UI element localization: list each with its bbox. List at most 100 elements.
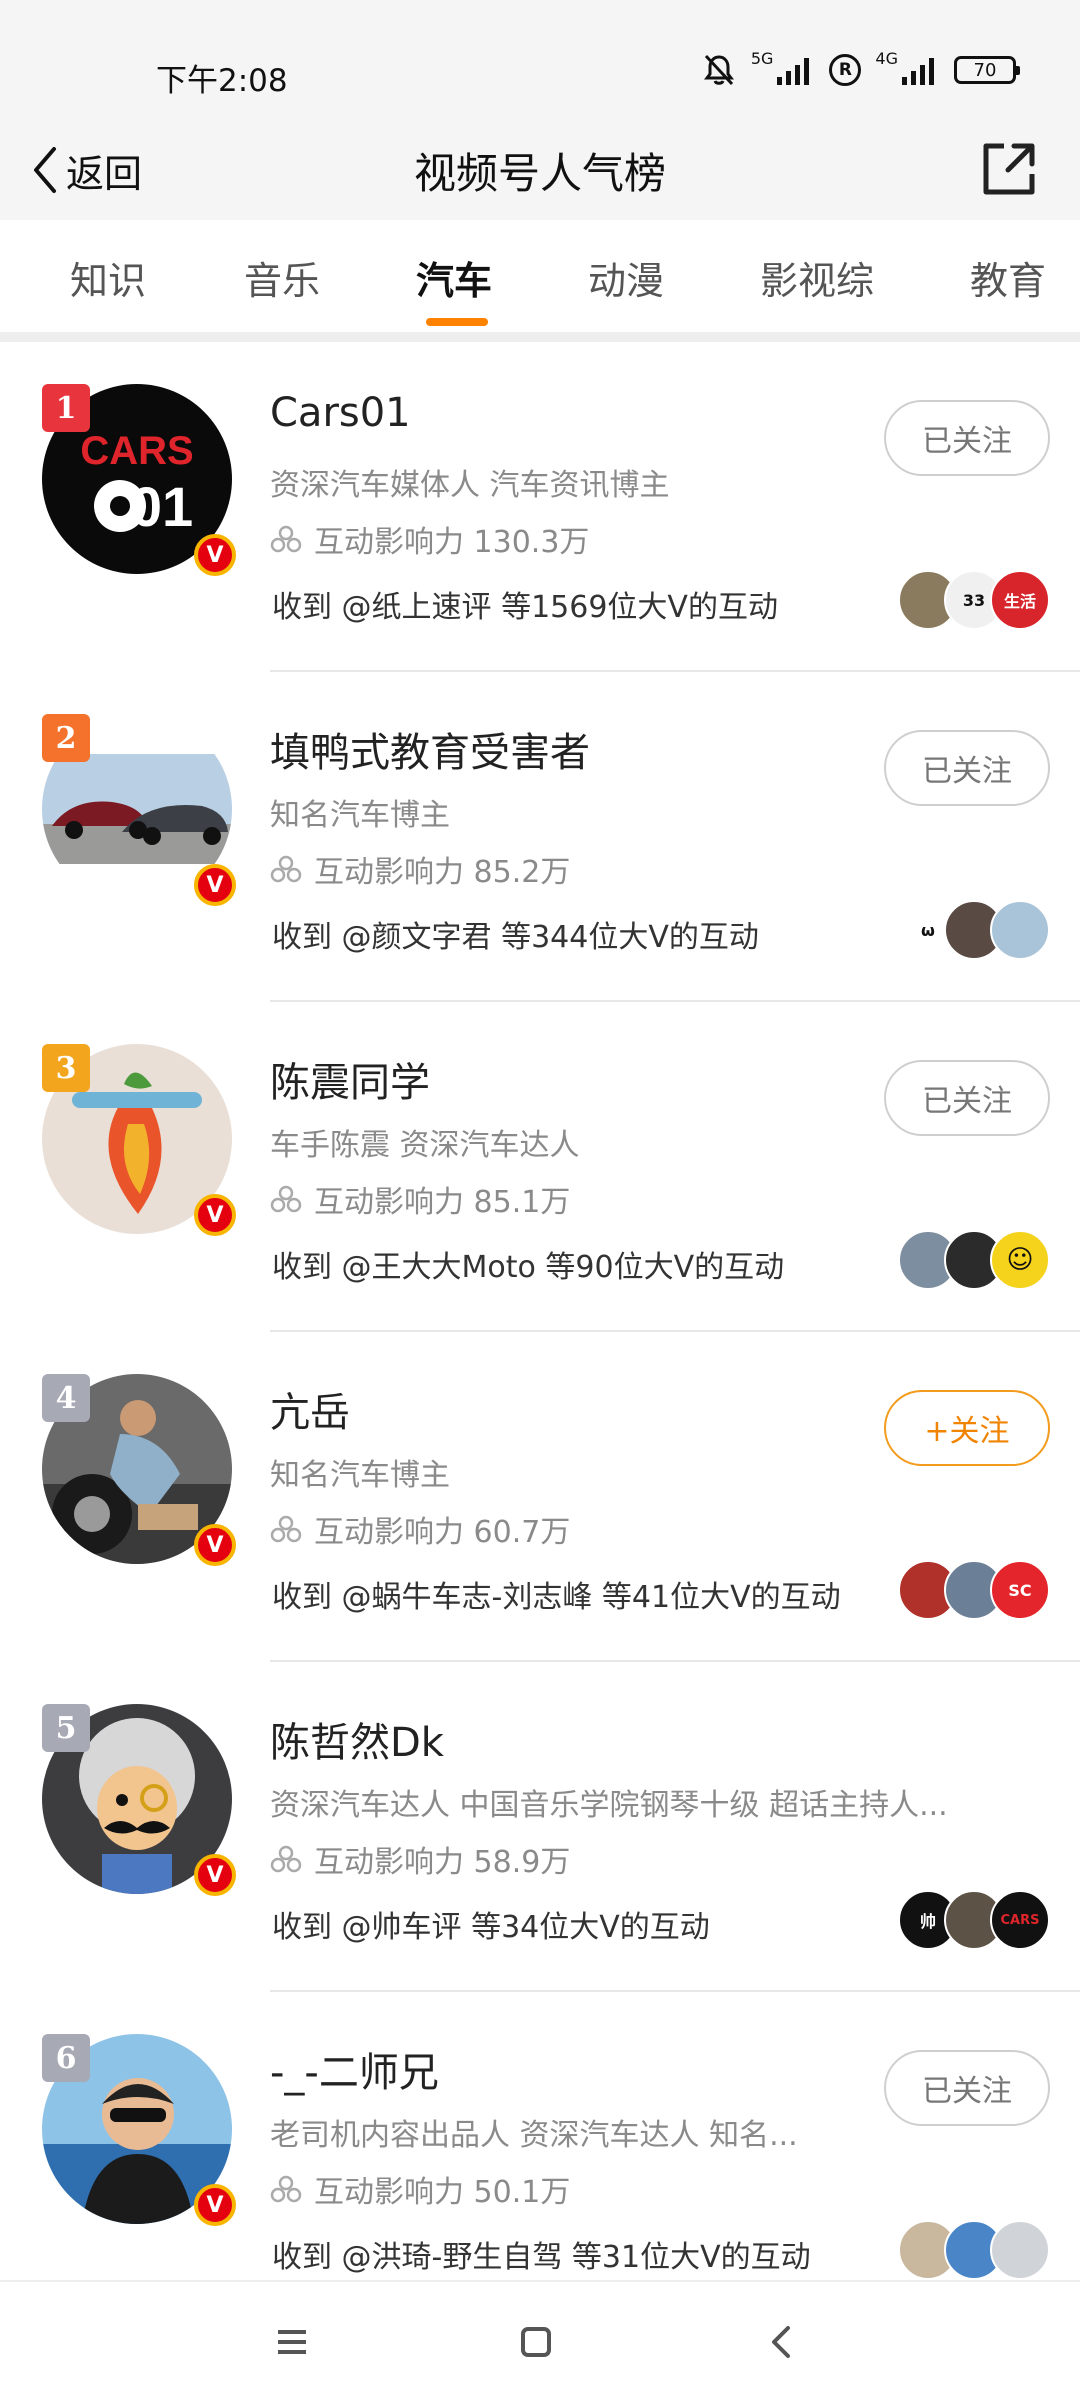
tab-music[interactable]: 音乐 [244,250,320,305]
tab-education[interactable]: 教育 [970,250,1046,305]
verified-badge: V [194,2184,236,2226]
influence-row: 互动影响力 85.1万 [270,1177,570,1221]
svg-text:CARS: CARS [80,429,193,473]
avatar: CARS [990,1890,1050,1950]
list-item[interactable]: 6 V -_-二师兄 老司机内容出品人 资深汽车达人 知名... 互动影响力 5… [0,1992,1080,2322]
list-item[interactable]: 4 V 亢岳 知名汽车博主 互动影响力 60.7万 收到 @蜗牛车志-刘志峰 等… [0,1332,1080,1662]
tab-film-tv-variety[interactable]: 影视综 [760,250,874,305]
system-back-button[interactable] [752,2312,812,2372]
avatar: SC [990,1560,1050,1620]
influence-value: 互动影响力 130.3万 [314,525,590,560]
verified-badge: V [194,1194,236,1236]
avatar-container: 2 V [42,714,236,906]
influence-row: 互动影响力 130.3万 [270,517,589,561]
verified-badge: V [194,1854,236,1896]
avatar-container: 3 V [42,1044,236,1236]
user-name[interactable]: 陈哲然Dk [270,1710,444,1768]
page-title: 视频号人气榜 [413,149,666,198]
influence-row: 互动影响力 85.2万 [270,847,570,891]
influence-icon [270,1845,302,1873]
user-description: 车手陈震 资深汽车达人 [270,1128,580,1163]
avatar-container: CARS 01 1 V [42,384,236,576]
influence-value: 互动影响力 85.2万 [314,855,571,890]
interacting-users[interactable]: ☺ [898,1230,1050,1290]
smiley-icon: ☺ [990,1230,1050,1290]
verified-badge: V [194,1524,236,1566]
list-item[interactable]: CARS 01 1 V Cars01 资深汽车媒体人 汽车资讯博主 互动影响力 … [0,342,1080,672]
received-interactions[interactable]: 收到 @帅车评 等34位大V的互动 [272,1902,710,1946]
received-interactions[interactable]: 收到 @颜文字君 等344位大V的互动 [272,912,759,956]
ranking-list: CARS 01 1 V Cars01 资深汽车媒体人 汽车资讯博主 互动影响力 … [0,342,1080,2322]
menu-icon [278,2330,306,2354]
influence-row: 互动影响力 60.7万 [270,1507,570,1551]
interacting-users[interactable]: ω [898,900,1050,960]
tab-cars[interactable]: 汽车 [416,250,492,305]
rank-badge: 1 [42,384,90,432]
following-button[interactable]: 已关注 [884,2050,1050,2126]
network-5g-label: 5G [750,48,774,68]
user-name[interactable]: 陈震同学 [270,1050,430,1108]
following-button[interactable]: 已关注 [884,1060,1050,1136]
influence-row: 互动影响力 58.9万 [270,1837,570,1881]
received-interactions[interactable]: 收到 @蜗牛车志-刘志峰 等41位大V的互动 [272,1572,841,1616]
home-square-icon [521,2327,551,2357]
list-item[interactable]: 5 V 陈哲然Dk 资深汽车达人 中国音乐学院钢琴十级 超话主持人... 互动影… [0,1662,1080,1992]
interacting-users[interactable]: SC [898,1560,1050,1620]
svg-text:01: 01 [131,475,193,538]
user-name[interactable]: -_-二师兄 [270,2040,439,2098]
rank-badge: 4 [42,1374,90,1422]
following-button[interactable]: 已关注 [884,730,1050,806]
user-name[interactable]: 亢岳 [270,1380,350,1438]
home-button[interactable] [506,2312,566,2372]
bell-muted-icon [703,54,734,86]
user-description: 知名汽车博主 [270,1458,450,1493]
avatar [990,900,1050,960]
interacting-users[interactable] [898,2220,1050,2280]
category-tabs: 知识 音乐 汽车 动漫 影视综 教育 [0,220,1080,330]
received-interactions[interactable]: 收到 @纸上速评 等1569位大V的互动 [272,582,778,626]
status-bar: 下午2:08 5G R 4G 70 [0,0,1080,140]
influence-icon [270,855,302,883]
rank-badge: 5 [42,1704,90,1752]
list-item[interactable]: 3 V 陈震同学 车手陈震 资深汽车达人 互动影响力 85.1万 收到 @王大大… [0,1002,1080,1332]
avatar-container: 5 V [42,1704,236,1896]
rank-badge: 3 [42,1044,90,1092]
interacting-users[interactable]: 帅 CARS [898,1890,1050,1950]
nav-bar: 返回 视频号人气榜 [0,120,1080,220]
influence-value: 互动影响力 50.1万 [314,2175,571,2210]
user-name[interactable]: Cars01 [270,390,411,436]
list-item[interactable]: 2 V 填鸭式教育受害者 知名汽车博主 互动影响力 85.2万 收到 @颜文字君… [0,672,1080,1002]
influence-value: 互动影响力 58.9万 [314,1845,571,1880]
rank-badge: 2 [42,714,90,762]
signal-icon [902,58,934,85]
menu-button[interactable] [262,2312,322,2372]
avatar: 生活 [990,570,1050,630]
status-icons: 5G R 4G 70 [701,48,1020,90]
avatar-container: 4 V [42,1374,236,1566]
influence-row: 互动影响力 50.1万 [270,2167,570,2211]
status-time: 下午2:08 [156,63,288,99]
follow-button[interactable]: +关注 [884,1390,1050,1466]
influence-value: 互动影响力 60.7万 [314,1515,571,1550]
tab-knowledge[interactable]: 知识 [70,250,146,305]
tab-active-indicator [426,318,488,326]
following-button[interactable]: 已关注 [884,400,1050,476]
registered-icon: R [829,54,862,86]
influence-value: 互动影响力 85.1万 [314,1185,571,1220]
influence-icon [270,2175,302,2203]
user-description: 知名汽车博主 [270,798,450,833]
share-button[interactable] [974,134,1044,204]
user-name[interactable]: 填鸭式教育受害者 [270,720,590,778]
received-interactions[interactable]: 收到 @洪琦-野生自驾 等31位大V的互动 [272,2232,811,2276]
verified-badge: V [194,534,236,576]
rank-badge: 6 [42,2034,90,2082]
tabs-divider [0,332,1080,342]
verified-badge: V [194,864,236,906]
tab-anime[interactable]: 动漫 [588,250,664,305]
interacting-users[interactable]: 33 生活 [898,570,1050,630]
influence-icon [270,1515,302,1543]
system-nav-bar [0,2280,1080,2400]
influence-icon [270,1185,302,1213]
user-description: 老司机内容出品人 资深汽车达人 知名... [270,2118,798,2153]
received-interactions[interactable]: 收到 @王大大Moto 等90位大V的互动 [272,1242,784,1286]
